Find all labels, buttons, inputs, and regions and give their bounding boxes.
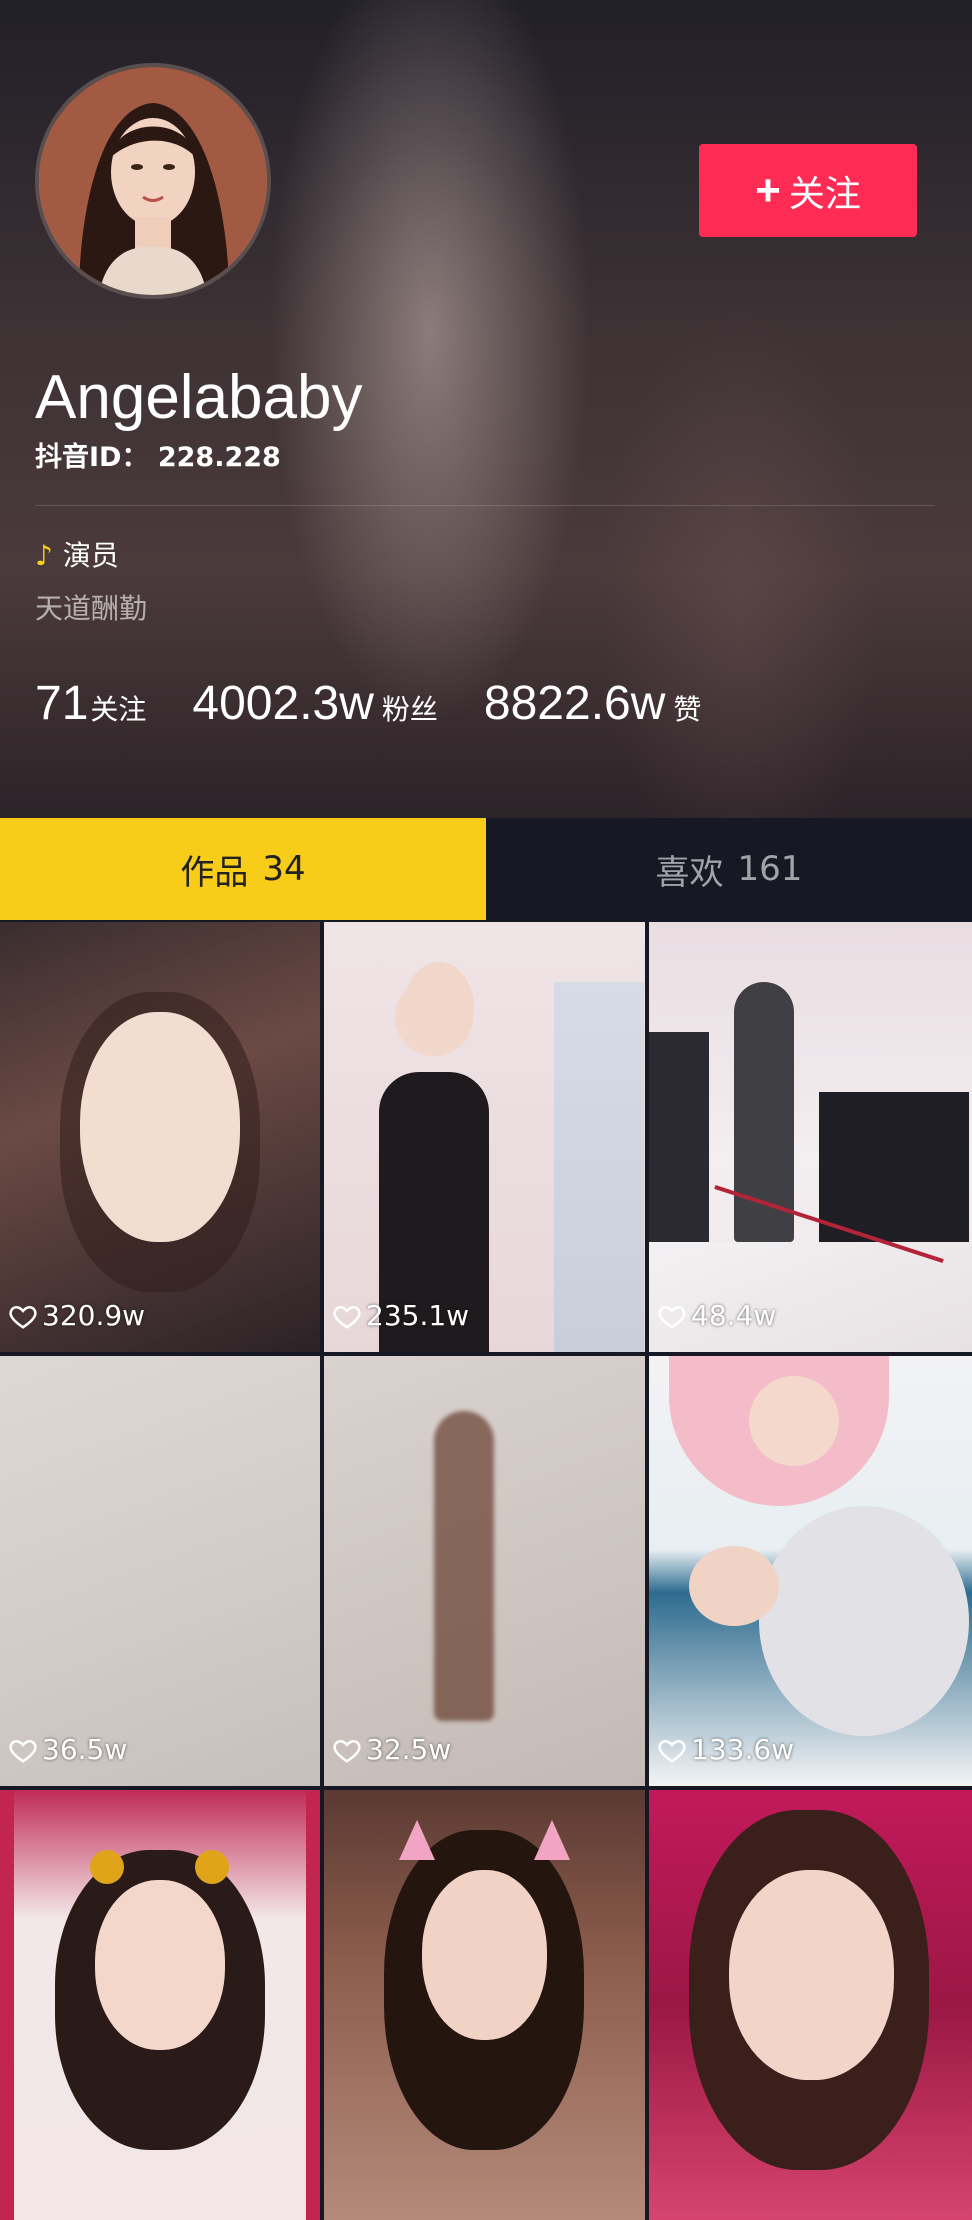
video-thumbnail[interactable]: 32.5w — [324, 1356, 645, 1786]
like-count: 235.1w — [332, 1299, 469, 1332]
video-thumbnail[interactable]: 133.6w — [649, 1356, 972, 1786]
douyin-note-icon: ♪ — [35, 539, 53, 572]
profile-tabs: 作品 34 喜欢 161 — [0, 818, 972, 920]
video-thumbnail[interactable] — [649, 1790, 972, 2220]
like-count-value: 48.4w — [691, 1299, 777, 1332]
stat-followers-label: 粉丝 — [381, 693, 438, 726]
like-count-value: 32.5w — [366, 1733, 452, 1766]
heart-icon — [333, 1305, 361, 1329]
follow-button-label: 关注 — [788, 172, 861, 214]
like-count: 320.9w — [8, 1299, 145, 1332]
tab-works[interactable]: 作品 34 — [0, 818, 486, 920]
tab-likes-count: 161 — [737, 849, 803, 889]
heart-icon — [333, 1739, 361, 1763]
video-grid: 320.9w 235.1w 48.4w 36.5w 32.5w 133.6w — [0, 922, 972, 2220]
stat-likes-label: 赞 — [673, 693, 702, 726]
like-count: 32.5w — [332, 1733, 451, 1766]
stat-following[interactable]: 71 关注 — [35, 676, 146, 731]
video-thumbnail[interactable]: 36.5w — [0, 1356, 320, 1786]
role-tag: ♪ 演员 — [35, 538, 119, 574]
tab-likes-label: 喜欢 — [655, 852, 724, 893]
stat-following-label: 关注 — [90, 693, 147, 726]
like-count-value: 36.5w — [42, 1733, 128, 1766]
like-count: 36.5w — [8, 1733, 127, 1766]
douyin-id: 抖音ID： 228.228 — [35, 442, 281, 473]
stat-following-number: 71 — [35, 677, 89, 730]
tab-likes[interactable]: 喜欢 161 — [486, 818, 972, 920]
like-count-value: 133.6w — [691, 1733, 795, 1766]
stat-followers[interactable]: 4002.3w 粉丝 — [192, 676, 438, 731]
profile-header: + 关注 Angelababy 抖音ID： 228.228 ♪ 演员 天道酬勤 … — [0, 0, 972, 818]
tab-works-count: 34 — [262, 849, 306, 889]
plus-icon: + — [755, 165, 781, 215]
video-thumbnail[interactable]: 235.1w — [324, 922, 645, 1352]
video-thumbnail[interactable]: 48.4w — [649, 922, 972, 1352]
avatar[interactable] — [35, 63, 271, 299]
heart-icon — [9, 1305, 37, 1329]
stats-row: 71 关注 4002.3w 粉丝 8822.6w 赞 — [35, 676, 747, 731]
video-thumbnail[interactable]: 320.9w — [0, 922, 320, 1352]
stat-likes-number: 8822.6w — [483, 677, 666, 730]
stat-followers-number: 4002.3w — [192, 677, 374, 730]
heart-icon — [658, 1739, 686, 1763]
like-count: 48.4w — [657, 1299, 776, 1332]
heart-icon — [658, 1305, 686, 1329]
stat-likes[interactable]: 8822.6w 赞 — [484, 676, 702, 731]
tab-works-label: 作品 — [180, 852, 249, 893]
video-thumbnail[interactable] — [324, 1790, 645, 2220]
divider — [35, 505, 935, 506]
heart-icon — [9, 1739, 37, 1763]
video-thumbnail[interactable] — [0, 1790, 320, 2220]
like-count-value: 320.9w — [42, 1299, 146, 1332]
signature: 天道酬勤 — [35, 592, 148, 625]
like-count-value: 235.1w — [366, 1299, 470, 1332]
avatar-portrait — [39, 67, 267, 295]
nickname: Angelababy — [35, 363, 363, 432]
role-label: 演员 — [62, 539, 119, 572]
like-count: 133.6w — [657, 1733, 794, 1766]
follow-button[interactable]: + 关注 — [699, 144, 917, 237]
